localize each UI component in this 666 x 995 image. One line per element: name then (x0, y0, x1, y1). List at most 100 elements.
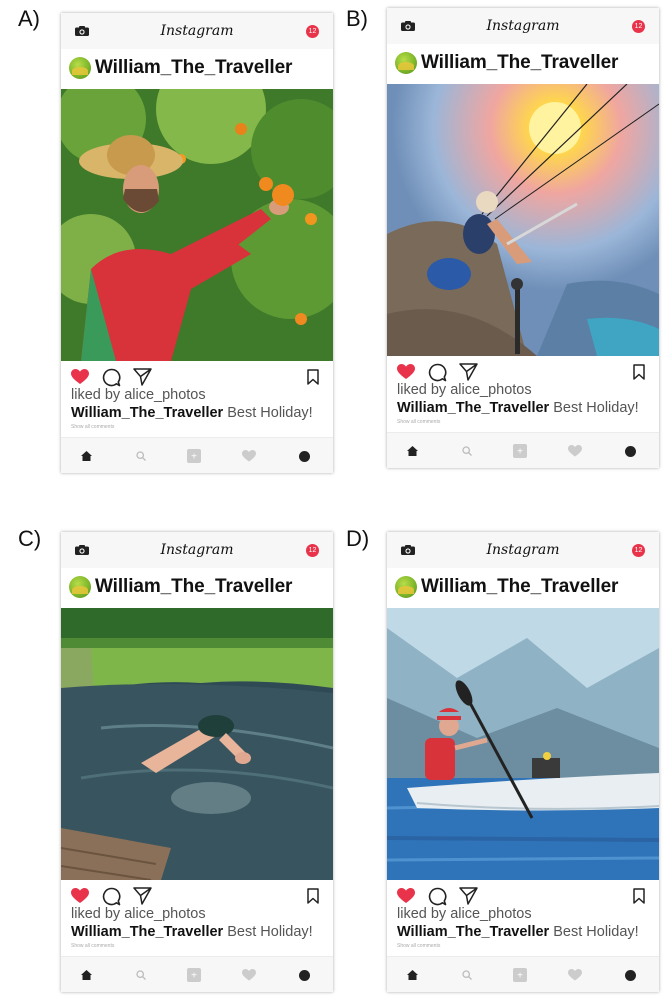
search-icon[interactable] (462, 970, 472, 980)
heart-icon[interactable] (71, 369, 89, 385)
instagram-post-card-b: Instagram 12 William_The_Traveller liked… (387, 8, 659, 468)
instagram-post-card-c: Instagram 12 William_The_Traveller liked… (61, 532, 333, 992)
top-bar: Instagram 12 (61, 532, 333, 569)
add-glyph: + (517, 447, 523, 458)
notification-badge[interactable]: 12 (632, 544, 645, 557)
caption-username[interactable]: William_The_Traveller (397, 400, 549, 416)
profile-icon[interactable] (625, 446, 636, 457)
share-icon[interactable] (133, 368, 152, 386)
caption-username[interactable]: William_The_Traveller (71, 405, 223, 421)
notification-badge[interactable]: 12 (632, 20, 645, 33)
add-icon[interactable]: + (513, 968, 527, 982)
post-header: William_The_Traveller (61, 568, 333, 608)
post-header: William_The_Traveller (387, 44, 659, 84)
add-glyph: + (191, 452, 197, 463)
caption-username[interactable]: William_The_Traveller (71, 924, 223, 940)
caption-username[interactable]: William_The_Traveller (397, 924, 549, 940)
post-caption: William_The_Traveller Best Holiday! (397, 400, 639, 416)
post-header: William_The_Traveller (61, 49, 333, 89)
app-title: Instagram (486, 18, 560, 34)
add-icon[interactable]: + (187, 449, 201, 463)
instagram-post-card-a: Instagram 12 William_The_Traveller liked… (61, 13, 333, 473)
comment-icon[interactable] (428, 887, 447, 906)
search-icon[interactable] (136, 451, 146, 461)
profile-icon[interactable] (299, 451, 310, 462)
profile-icon[interactable] (299, 970, 310, 981)
caption-text: Best Holiday! (553, 924, 639, 940)
post-header: William_The_Traveller (387, 568, 659, 608)
post-username[interactable]: William_The_Traveller (95, 576, 292, 598)
app-title: Instagram (486, 542, 560, 558)
caption-text: Best Holiday! (227, 924, 313, 940)
avatar[interactable] (69, 576, 91, 598)
add-glyph: + (191, 971, 197, 982)
avatar[interactable] (395, 52, 417, 74)
liked-by-text[interactable]: liked by alice_photos (397, 382, 532, 398)
show-comments-link[interactable]: Show all comments (71, 424, 114, 430)
post-caption: William_The_Traveller Best Holiday! (397, 924, 639, 940)
activity-heart-icon[interactable] (568, 445, 582, 457)
home-icon[interactable] (407, 446, 418, 456)
caption-text: Best Holiday! (553, 400, 639, 416)
notification-badge[interactable]: 12 (306, 25, 319, 38)
home-icon[interactable] (407, 970, 418, 980)
bookmark-icon[interactable] (307, 888, 319, 904)
top-bar: Instagram 12 (387, 532, 659, 569)
show-comments-link[interactable]: Show all comments (71, 943, 114, 949)
notification-badge[interactable]: 12 (306, 544, 319, 557)
home-icon[interactable] (81, 451, 92, 461)
heart-icon[interactable] (71, 888, 89, 904)
post-photo[interactable] (61, 89, 333, 361)
add-glyph: + (517, 971, 523, 982)
option-label-b: B) (346, 6, 368, 31)
heart-icon[interactable] (397, 888, 415, 904)
profile-icon[interactable] (625, 970, 636, 981)
post-caption: William_The_Traveller Best Holiday! (71, 924, 313, 940)
add-icon[interactable]: + (513, 444, 527, 458)
post-photo[interactable] (61, 608, 333, 880)
search-icon[interactable] (136, 970, 146, 980)
bottom-nav: + (61, 437, 333, 473)
liked-by-text[interactable]: liked by alice_photos (397, 906, 532, 922)
avatar[interactable] (69, 57, 91, 79)
app-title: Instagram (160, 23, 234, 39)
avatar[interactable] (395, 576, 417, 598)
post-username[interactable]: William_The_Traveller (95, 57, 292, 79)
comment-icon[interactable] (102, 368, 121, 387)
app-title: Instagram (160, 542, 234, 558)
show-comments-link[interactable]: Show all comments (397, 943, 440, 949)
activity-heart-icon[interactable] (568, 969, 582, 981)
bookmark-icon[interactable] (633, 888, 645, 904)
share-icon[interactable] (459, 887, 478, 905)
activity-heart-icon[interactable] (242, 450, 256, 462)
share-icon[interactable] (133, 887, 152, 905)
bottom-nav: + (387, 956, 659, 992)
bottom-nav: + (387, 432, 659, 468)
add-icon[interactable]: + (187, 968, 201, 982)
instagram-post-card-d: Instagram 12 William_The_Traveller liked… (387, 532, 659, 992)
comment-icon[interactable] (102, 887, 121, 906)
bookmark-icon[interactable] (633, 364, 645, 380)
post-photo[interactable] (387, 608, 659, 880)
bottom-nav: + (61, 956, 333, 992)
post-username[interactable]: William_The_Traveller (421, 52, 618, 74)
heart-icon[interactable] (397, 364, 415, 380)
comment-icon[interactable] (428, 363, 447, 382)
activity-heart-icon[interactable] (242, 969, 256, 981)
option-label-a: A) (18, 6, 40, 31)
post-photo[interactable] (387, 84, 659, 356)
caption-text: Best Holiday! (227, 405, 313, 421)
bookmark-icon[interactable] (307, 369, 319, 385)
show-comments-link[interactable]: Show all comments (397, 419, 440, 425)
top-bar: Instagram 12 (61, 13, 333, 50)
liked-by-text[interactable]: liked by alice_photos (71, 387, 206, 403)
post-caption: William_The_Traveller Best Holiday! (71, 405, 313, 421)
top-bar: Instagram 12 (387, 8, 659, 45)
liked-by-text[interactable]: liked by alice_photos (71, 906, 206, 922)
option-label-d: D) (346, 526, 370, 551)
post-username[interactable]: William_The_Traveller (421, 576, 618, 598)
search-icon[interactable] (462, 446, 472, 456)
option-label-c: C) (18, 526, 42, 551)
home-icon[interactable] (81, 970, 92, 980)
share-icon[interactable] (459, 363, 478, 381)
